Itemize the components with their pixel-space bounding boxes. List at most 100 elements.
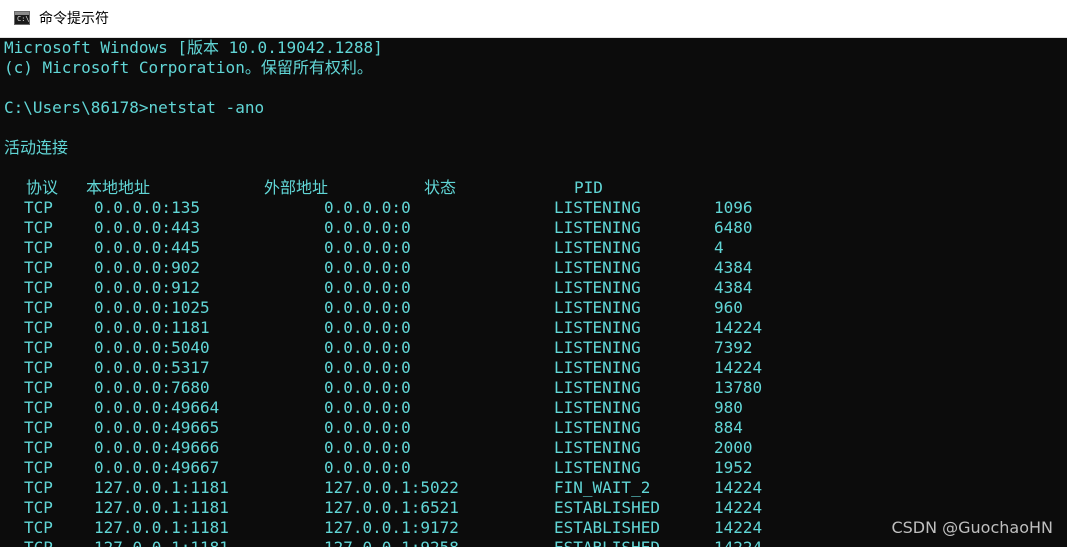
- cell-pid: 13780: [714, 378, 763, 397]
- cell-local-address: 127.0.0.1:1181: [94, 478, 229, 497]
- console-line: Microsoft Windows [版本 10.0.19042.1288]: [4, 38, 383, 57]
- cell-local-address: 127.0.0.1:1181: [94, 518, 229, 537]
- netstat-row: TCP 0.0.0.0:1025 0.0.0.0:0 LISTENING 960: [4, 298, 1067, 318]
- cell-state: LISTENING: [554, 338, 641, 357]
- cell-state: LISTENING: [554, 258, 641, 277]
- cell-local-address: 0.0.0.0:49664: [94, 398, 220, 417]
- cell-pid: 7392: [714, 338, 753, 357]
- cell-protocol: TCP: [24, 458, 53, 477]
- cell-pid: 1096: [714, 198, 753, 217]
- cell-local-address: 0.0.0.0:49666: [94, 438, 220, 457]
- cell-pid: 4384: [714, 258, 753, 277]
- cell-foreign-address: 0.0.0.0:0: [324, 318, 411, 337]
- cell-foreign-address: 127.0.0.1:9258: [324, 538, 459, 547]
- cell-state: LISTENING: [554, 278, 641, 297]
- cell-foreign-address: 0.0.0.0:0: [324, 398, 411, 417]
- netstat-row: TCP 127.0.0.1:1181 127.0.0.1:9258 ESTABLISH…: [4, 538, 1067, 547]
- header-state: 状态: [424, 178, 457, 197]
- netstat-rows: TCP 0.0.0.0:135 0.0.0.0:0 LISTENING 1096 TCP 0…: [4, 198, 1067, 547]
- cell-state: LISTENING: [554, 318, 641, 337]
- cell-state: LISTENING: [554, 438, 641, 457]
- cell-protocol: TCP: [24, 238, 53, 257]
- cell-state: LISTENING: [554, 298, 641, 317]
- cell-local-address: 0.0.0.0:5317: [94, 358, 210, 377]
- active-connections-heading: 活动连接: [4, 138, 69, 157]
- console-line: (c) Microsoft Corporation。保留所有权利。: [4, 58, 373, 77]
- cell-protocol: TCP: [24, 198, 53, 217]
- header-foreign-address: 外部地址: [264, 178, 329, 197]
- netstat-row: TCP 127.0.0.1:1181 127.0.0.1:6521 ESTABLISH…: [4, 498, 1067, 518]
- cell-foreign-address: 0.0.0.0:0: [324, 198, 411, 217]
- cell-state: LISTENING: [554, 398, 641, 417]
- cell-local-address: 0.0.0.0:7680: [94, 378, 210, 397]
- command-prompt-line: C:\Users\86178>netstat -ano: [4, 98, 265, 117]
- header-pid: PID: [574, 178, 603, 197]
- cell-local-address: 0.0.0.0:1025: [94, 298, 210, 317]
- title-bar[interactable]: C:\ 命令提示符: [0, 0, 1067, 38]
- netstat-row: TCP 0.0.0.0:135 0.0.0.0:0 LISTENING 1096: [4, 198, 1067, 218]
- cell-foreign-address: 0.0.0.0:0: [324, 338, 411, 357]
- cell-protocol: TCP: [24, 218, 53, 237]
- cell-state: ESTABLISHED: [554, 518, 660, 537]
- cell-local-address: 0.0.0.0:443: [94, 218, 200, 237]
- watermark: CSDN @GuochaoHN: [891, 518, 1053, 537]
- cell-state: ESTABLISHED: [554, 498, 660, 517]
- cell-pid: 4384: [714, 278, 753, 297]
- cell-local-address: 0.0.0.0:912: [94, 278, 200, 297]
- cell-local-address: 0.0.0.0:902: [94, 258, 200, 277]
- header-local-address: 本地地址: [86, 178, 151, 197]
- cell-pid: 14224: [714, 318, 763, 337]
- netstat-header-row: 协议 本地地址 外部地址 状态 PID: [4, 178, 1067, 198]
- netstat-row: TCP 0.0.0.0:443 0.0.0.0:0 LISTENING 6480: [4, 218, 1067, 238]
- cell-pid: 6480: [714, 218, 753, 237]
- cell-pid: 14224: [714, 518, 763, 537]
- cell-foreign-address: 0.0.0.0:0: [324, 418, 411, 437]
- cell-pid: 14224: [714, 478, 763, 497]
- netstat-row: TCP 127.0.0.1:1181 127.0.0.1:5022 FIN_WAIT_…: [4, 478, 1067, 498]
- cell-state: LISTENING: [554, 218, 641, 237]
- cell-state: LISTENING: [554, 378, 641, 397]
- cell-state: LISTENING: [554, 238, 641, 257]
- cell-protocol: TCP: [24, 398, 53, 417]
- cell-protocol: TCP: [24, 338, 53, 357]
- cell-foreign-address: 0.0.0.0:0: [324, 438, 411, 457]
- cell-protocol: TCP: [24, 258, 53, 277]
- cell-protocol: TCP: [24, 418, 53, 437]
- cell-pid: 14224: [714, 498, 763, 517]
- cell-state: LISTENING: [554, 198, 641, 217]
- cell-protocol: TCP: [24, 298, 53, 317]
- netstat-row: TCP 0.0.0.0:49664 0.0.0.0:0 LISTENING 980: [4, 398, 1067, 418]
- cell-foreign-address: 0.0.0.0:0: [324, 378, 411, 397]
- cell-local-address: 0.0.0.0:49665: [94, 418, 220, 437]
- cell-foreign-address: 127.0.0.1:6521: [324, 498, 459, 517]
- cell-protocol: TCP: [24, 518, 53, 537]
- cell-pid: 14224: [714, 358, 763, 377]
- cell-pid: 1952: [714, 458, 753, 477]
- netstat-row: TCP 0.0.0.0:445 0.0.0.0:0 LISTENING 4: [4, 238, 1067, 258]
- netstat-row: TCP 0.0.0.0:49667 0.0.0.0:0 LISTENING 1952: [4, 458, 1067, 478]
- cell-foreign-address: 0.0.0.0:0: [324, 238, 411, 257]
- cell-foreign-address: 127.0.0.1:9172: [324, 518, 459, 537]
- cell-local-address: 127.0.0.1:1181: [94, 498, 229, 517]
- cell-state: LISTENING: [554, 418, 641, 437]
- cmd-icon-glyph: C:\: [17, 15, 30, 23]
- cell-local-address: 0.0.0.0:445: [94, 238, 200, 257]
- netstat-row: TCP 0.0.0.0:7680 0.0.0.0:0 LISTENING 13780: [4, 378, 1067, 398]
- cell-pid: 2000: [714, 438, 753, 457]
- console-output[interactable]: Microsoft Windows [版本 10.0.19042.1288] (…: [4, 38, 1067, 547]
- netstat-row: TCP 0.0.0.0:902 0.0.0.0:0 LISTENING 4384: [4, 258, 1067, 278]
- window-title: 命令提示符: [39, 11, 109, 27]
- cell-protocol: TCP: [24, 438, 53, 457]
- cell-protocol: TCP: [24, 378, 53, 397]
- cell-local-address: 0.0.0.0:135: [94, 198, 200, 217]
- cell-pid: 960: [714, 298, 743, 317]
- netstat-row: TCP 0.0.0.0:5040 0.0.0.0:0 LISTENING 7392: [4, 338, 1067, 358]
- netstat-row: TCP 0.0.0.0:5317 0.0.0.0:0 LISTENING 14224: [4, 358, 1067, 378]
- cell-state: ESTABLISHED: [554, 538, 660, 547]
- cell-foreign-address: 0.0.0.0:0: [324, 258, 411, 277]
- cell-protocol: TCP: [24, 278, 53, 297]
- netstat-row: TCP 0.0.0.0:49666 0.0.0.0:0 LISTENING 2000: [4, 438, 1067, 458]
